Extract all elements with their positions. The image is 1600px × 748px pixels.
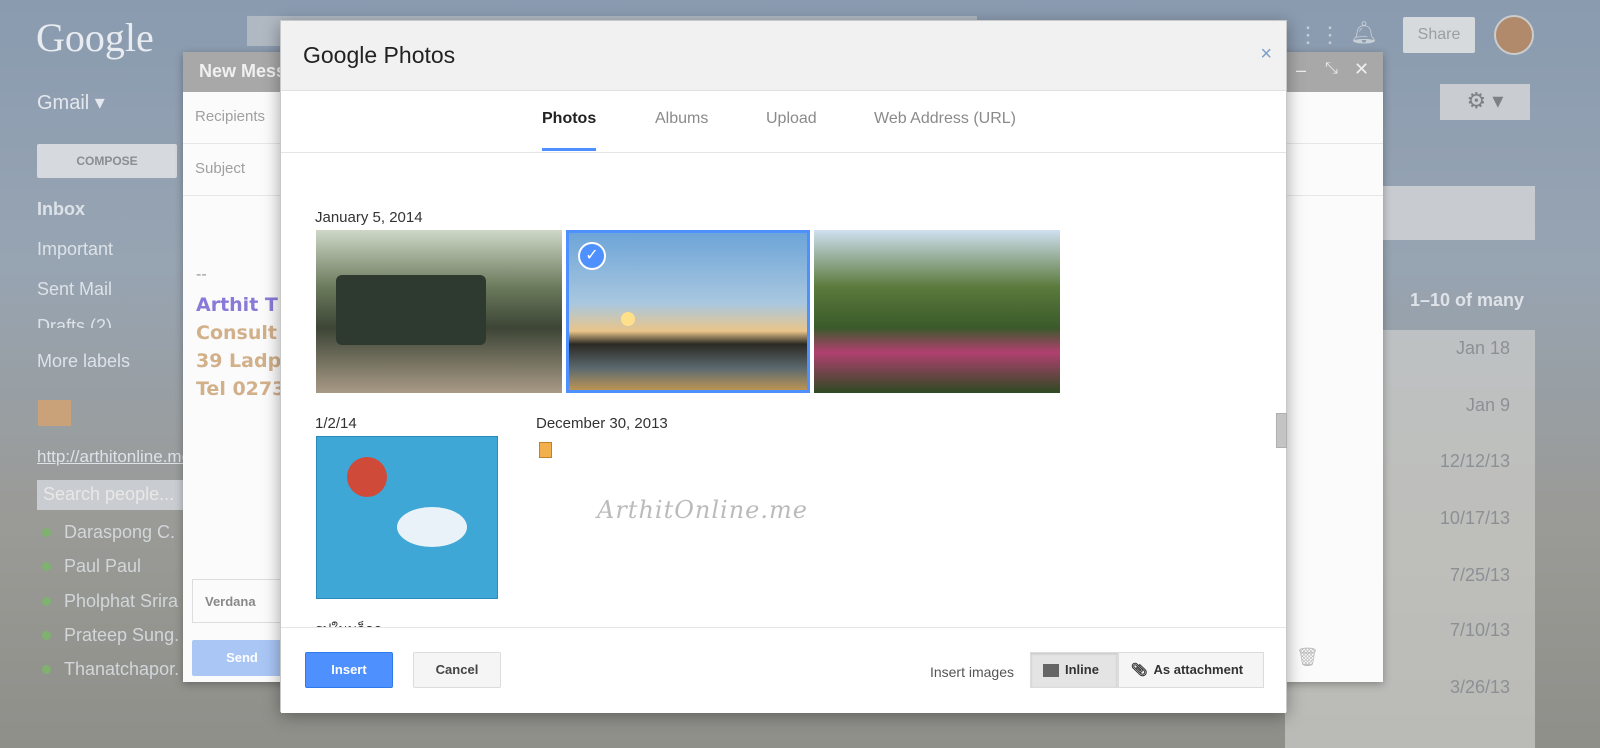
- contact-item[interactable]: Pholphat Srira: [41, 591, 178, 612]
- mail-date: 7/10/13: [1449, 620, 1510, 640]
- photo-thumbnail-flowers[interactable]: [814, 230, 1060, 393]
- account-avatar[interactable]: [1494, 15, 1534, 55]
- compose-button[interactable]: COMPOSE: [37, 144, 177, 178]
- image-icon: [1043, 664, 1059, 678]
- pagination-count: 1–10 of many: [1410, 290, 1525, 310]
- signature-name: Arthit T: [196, 294, 278, 316]
- mail-date: Jan 18: [1455, 338, 1510, 358]
- signature-line: 39 Ladp: [196, 350, 282, 372]
- signature-line: Tel 0273: [196, 378, 286, 400]
- contact-item[interactable]: Prateep Sung.: [41, 625, 179, 646]
- dialog-close-icon[interactable]: ×: [1260, 43, 1272, 66]
- group-date-label: December 30, 2013: [536, 415, 668, 432]
- send-button[interactable]: Send: [192, 640, 292, 676]
- photo-thumbnail-sunset[interactable]: ✓: [566, 230, 810, 393]
- dialog-title: Google Photos: [281, 21, 1286, 91]
- dialog-footer: Insert Cancel Insert images Inline 📎︎ As …: [281, 627, 1286, 713]
- image-file-icon[interactable]: [539, 442, 552, 458]
- inline-label: Inline: [1065, 662, 1099, 677]
- tab-photos[interactable]: Photos: [542, 110, 597, 151]
- profile-link[interactable]: http://arthitonline.me: [37, 447, 191, 467]
- search-people-input[interactable]: Search people...: [37, 480, 187, 510]
- nav-sent[interactable]: Sent Mail: [37, 279, 112, 300]
- contact-item[interactable]: Daraspong C.: [41, 522, 175, 543]
- group-date-label: 1/2/14: [315, 415, 357, 432]
- gmail-app-menu[interactable]: Gmail ▾: [37, 90, 105, 115]
- exit-fullscreen-icon[interactable]: ⤡: [1325, 60, 1338, 78]
- photo-thumbnail-drawing[interactable]: [316, 436, 498, 599]
- google-photos-dialog: Google Photos × Photos Albums Upload Web…: [280, 20, 1287, 713]
- selected-check-icon: ✓: [578, 242, 606, 270]
- scrollbar-thumb[interactable]: [1276, 413, 1287, 448]
- tab-upload[interactable]: Upload: [766, 110, 817, 148]
- insert-images-label: Insert images: [929, 664, 1014, 680]
- drawing-character-body: [397, 507, 467, 547]
- share-button[interactable]: Share: [1403, 17, 1475, 53]
- watermark: ArthitOnline.me: [597, 496, 808, 524]
- mail-date: 7/25/13: [1449, 565, 1510, 585]
- user-avatar-small: [38, 400, 71, 426]
- compose-close-icon[interactable]: ✕: [1354, 59, 1369, 80]
- minimize-icon[interactable]: –: [1296, 60, 1306, 81]
- signature-dash: --: [196, 266, 207, 283]
- google-logo: Google: [36, 15, 154, 60]
- mail-date: 10/17/13: [1439, 508, 1510, 528]
- locomotive-shape: [336, 275, 486, 345]
- drawing-character-head: [347, 457, 387, 497]
- contact-item[interactable]: Thanatchapor.: [41, 659, 179, 680]
- tab-web-address[interactable]: Web Address (URL): [874, 110, 1016, 148]
- dialog-tabs: Photos Albums Upload Web Address (URL): [281, 91, 1286, 153]
- cancel-button[interactable]: Cancel: [413, 652, 501, 688]
- insert-button[interactable]: Insert: [305, 652, 393, 688]
- nav-important[interactable]: Important: [37, 239, 113, 260]
- group-date-label: รูปในบล็อก: [315, 619, 382, 627]
- mail-date: 3/26/13: [1449, 677, 1510, 697]
- nav-inbox[interactable]: Inbox: [37, 199, 85, 220]
- photo-grid: January 5, 2014 ✓ 1/2/14 December 30, 20…: [281, 153, 1286, 627]
- paperclip-icon: 📎︎: [1131, 662, 1148, 677]
- photo-thumbnail-locomotive[interactable]: [316, 230, 562, 393]
- group-date-label: January 5, 2014: [315, 209, 423, 226]
- font-selector[interactable]: Verdana: [192, 579, 292, 623]
- contact-item[interactable]: Paul Paul: [41, 556, 141, 577]
- apps-grid-icon[interactable]: ⋮⋮: [1297, 22, 1341, 48]
- attachment-option-button[interactable]: 📎︎ As attachment: [1118, 652, 1264, 688]
- mail-date: Jan 9: [1465, 395, 1510, 415]
- attachment-label: As attachment: [1153, 662, 1244, 677]
- settings-gear-icon[interactable]: ⚙︎ ▾: [1440, 84, 1530, 120]
- inline-option-button[interactable]: Inline: [1030, 652, 1118, 688]
- mail-date: 12/12/13: [1439, 451, 1510, 471]
- signature-line: Consult: [196, 322, 277, 344]
- nav-more-labels[interactable]: More labels: [37, 351, 130, 372]
- sun-shape: [621, 312, 635, 326]
- notifications-bell-icon[interactable]: 🔔︎: [1350, 20, 1378, 46]
- discard-trash-icon[interactable]: 🗑︎: [1296, 647, 1319, 668]
- nav-drafts[interactable]: Drafts (2): [37, 316, 112, 328]
- tab-albums[interactable]: Albums: [655, 110, 708, 148]
